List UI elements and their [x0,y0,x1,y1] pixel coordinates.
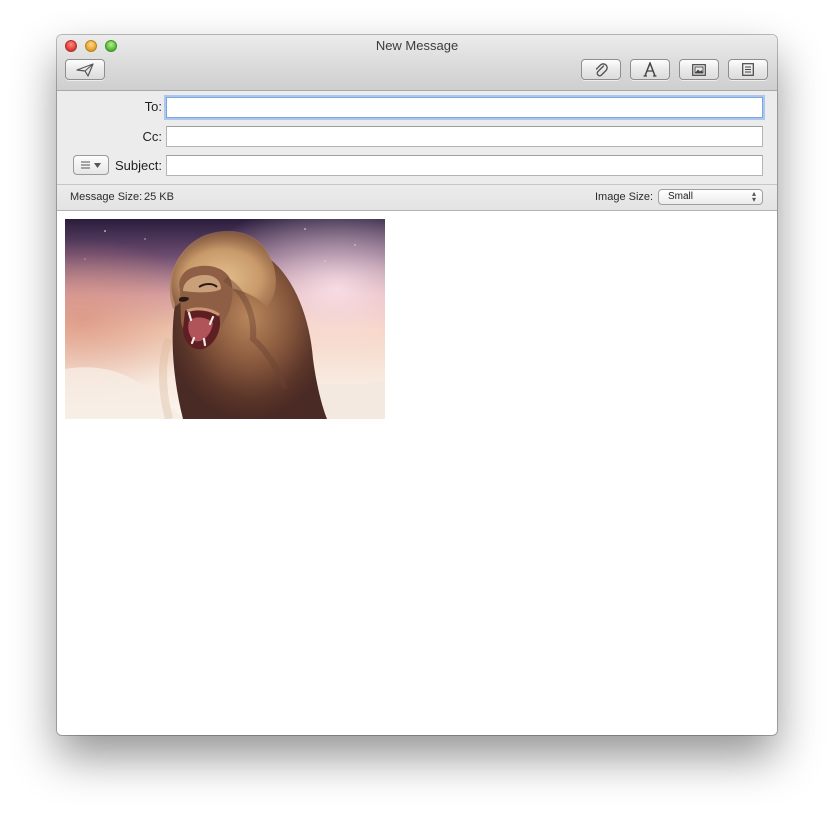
cc-field[interactable] [166,126,763,147]
attach-button[interactable] [581,59,621,80]
header-fields-menu-button[interactable] [73,155,109,175]
message-body[interactable] [57,211,777,735]
roaring-lion-image [65,219,385,419]
paper-plane-icon [76,62,94,77]
subject-label: Subject: [115,158,162,173]
stationery-icon [742,63,754,76]
new-message-window: New Message To: Cc: Subject: Message Siz… [57,35,777,735]
message-size-value: 25 KB [144,191,174,203]
to-label: To: [144,99,162,114]
select-arrows-icon: ▴ ▾ [751,189,756,204]
image-size-select[interactable]: Small ▴ ▾ [658,189,763,205]
image-size-selected-value: Small [668,191,694,202]
format-button[interactable] [630,59,670,80]
title-bar: New Message [57,35,777,91]
image-size-label: Image Size: [595,191,654,203]
font-A-icon [643,62,657,77]
photo-browser-icon [692,63,706,76]
header-fields-menu-icon [81,161,90,169]
message-size-label: Message Size: [70,191,143,203]
subject-field[interactable] [166,155,763,176]
chevron-down-icon [94,162,101,168]
message-info-bar: Message Size: 25 KB Image Size: Small ▴ ▾ [57,185,777,211]
paperclip-icon [595,62,608,76]
send-button[interactable] [65,59,105,80]
to-field[interactable] [166,97,763,118]
photo-browser-button[interactable] [679,59,719,80]
cc-label: Cc: [142,129,163,144]
window-title: New Message [375,38,459,53]
lion-image-attachment[interactable] [65,219,385,419]
message-header-fields: To: Cc: Subject: [57,91,777,185]
stationery-button[interactable] [728,59,768,80]
